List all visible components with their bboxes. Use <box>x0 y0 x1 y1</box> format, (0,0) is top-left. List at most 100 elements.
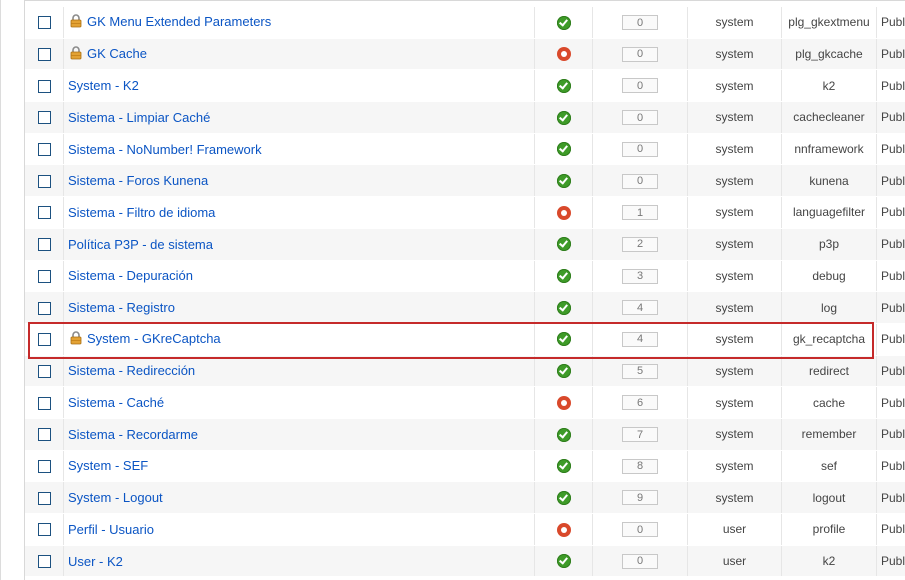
enabled-check-icon[interactable] <box>556 554 571 569</box>
row-checkbox[interactable] <box>37 16 51 30</box>
plugin-name-link[interactable]: Sistema - Caché <box>68 395 164 410</box>
row-checkbox[interactable] <box>37 48 51 62</box>
plugin-name-link[interactable]: Sistema - Limpiar Caché <box>68 110 210 125</box>
plugin-name-link[interactable]: System - GKreCaptcha <box>87 331 221 346</box>
row-order-cell <box>592 196 688 229</box>
disabled-icon[interactable] <box>556 47 571 62</box>
row-status-cell <box>534 101 593 134</box>
row-check-cell <box>25 101 64 134</box>
row-checkbox[interactable] <box>37 333 51 347</box>
disabled-icon[interactable] <box>556 522 571 537</box>
row-order-cell <box>592 481 688 514</box>
row-name-cell: System - GKreCaptcha <box>63 323 535 356</box>
row-access: Public <box>876 323 905 356</box>
row-access: Public <box>876 418 905 451</box>
row-order-cell <box>592 450 688 483</box>
enabled-check-icon[interactable] <box>556 269 571 284</box>
list-top-border <box>24 0 905 1</box>
enabled-check-icon[interactable] <box>556 78 571 93</box>
row-access: Public <box>876 164 905 198</box>
plugin-name-link[interactable]: Sistema - Recordarme <box>68 427 198 442</box>
ordering-input[interactable] <box>622 15 658 31</box>
row-access: Public <box>876 355 905 388</box>
enabled-check-icon[interactable] <box>556 142 571 157</box>
ordering-input[interactable] <box>622 141 658 157</box>
row-check-cell <box>25 450 64 483</box>
ordering-input[interactable] <box>622 490 658 506</box>
row-status-cell <box>534 386 593 419</box>
row-checkbox[interactable] <box>37 238 51 252</box>
ordering-input[interactable] <box>622 173 658 189</box>
plugin-name-link[interactable]: System - SEF <box>68 458 148 473</box>
row-access: Public <box>876 545 905 578</box>
row-checkbox[interactable] <box>37 143 51 157</box>
row-checkbox[interactable] <box>37 301 51 315</box>
enabled-check-icon[interactable] <box>556 459 571 474</box>
row-check-cell <box>25 481 64 514</box>
enabled-check-icon[interactable] <box>556 332 571 347</box>
ordering-input[interactable] <box>622 363 658 379</box>
ordering-input[interactable] <box>622 46 658 62</box>
plugin-name-link[interactable]: Sistema - Foros Kunena <box>68 173 208 188</box>
enabled-check-icon[interactable] <box>556 110 571 125</box>
lock-icon <box>70 45 82 63</box>
enabled-check-icon[interactable] <box>556 427 571 442</box>
row-checkbox[interactable] <box>37 428 51 442</box>
row-checkbox[interactable] <box>37 523 51 537</box>
plugin-name-link[interactable]: GK Menu Extended Parameters <box>87 14 271 29</box>
disabled-icon[interactable] <box>556 205 571 220</box>
row-element: cache <box>781 386 877 419</box>
enabled-check-icon[interactable] <box>556 300 571 315</box>
plugin-name-link[interactable]: Sistema - Redirección <box>68 363 195 378</box>
row-checkbox[interactable] <box>37 396 51 410</box>
plugin-name-link[interactable]: System - K2 <box>68 78 139 93</box>
ordering-input[interactable] <box>622 458 658 474</box>
row-access: Public <box>876 513 905 546</box>
row-element: sef <box>781 450 877 483</box>
row-name-cell: Sistema - Filtro de idioma <box>63 196 535 229</box>
row-checkbox[interactable] <box>37 364 51 378</box>
disabled-icon[interactable] <box>556 395 571 410</box>
plugin-name-link[interactable]: Política P3P - de sistema <box>68 237 213 252</box>
row-checkbox[interactable] <box>37 174 51 188</box>
enabled-check-icon[interactable] <box>556 490 571 505</box>
plugin-name-link[interactable]: User - K2 <box>68 554 123 569</box>
row-access: Public <box>876 481 905 514</box>
ordering-input[interactable] <box>622 553 658 569</box>
plugin-name-link[interactable]: Sistema - Depuración <box>68 268 193 283</box>
table-row: Sistema - Depuración systemdebugPublic <box>25 260 905 293</box>
table-row: Sistema - Filtro de idioma systemlanguage… <box>25 196 905 229</box>
row-folder: system <box>687 69 782 103</box>
enabled-check-icon[interactable] <box>556 15 571 30</box>
ordering-input[interactable] <box>622 236 658 252</box>
table-row: User - K2 userk2Public <box>25 545 905 578</box>
row-checkbox[interactable] <box>37 555 51 569</box>
row-status-cell <box>534 418 593 451</box>
ordering-input[interactable] <box>622 395 658 411</box>
ordering-input[interactable] <box>622 205 658 221</box>
plugin-name-link[interactable]: System - Logout <box>68 490 163 505</box>
ordering-input[interactable] <box>622 268 658 284</box>
ordering-input[interactable] <box>622 522 658 538</box>
enabled-check-icon[interactable] <box>556 237 571 252</box>
row-element: gk_recaptcha <box>781 323 877 356</box>
row-checkbox[interactable] <box>37 111 51 125</box>
plugin-name-link[interactable]: Sistema - NoNumber! Framework <box>68 142 262 157</box>
row-checkbox[interactable] <box>37 79 51 93</box>
ordering-input[interactable] <box>622 110 658 126</box>
row-checkbox[interactable] <box>37 269 51 283</box>
row-checkbox[interactable] <box>37 459 51 473</box>
plugin-name-link[interactable]: GK Cache <box>87 46 147 61</box>
ordering-input[interactable] <box>622 78 658 94</box>
ordering-input[interactable] <box>622 331 658 347</box>
row-checkbox[interactable] <box>37 206 51 220</box>
enabled-check-icon[interactable] <box>556 364 571 379</box>
row-element: k2 <box>781 545 877 578</box>
ordering-input[interactable] <box>622 300 658 316</box>
plugin-name-link[interactable]: Perfil - Usuario <box>68 522 154 537</box>
row-checkbox[interactable] <box>37 491 51 505</box>
plugin-name-link[interactable]: Sistema - Registro <box>68 300 175 315</box>
ordering-input[interactable] <box>622 427 658 443</box>
plugin-name-link[interactable]: Sistema - Filtro de idioma <box>68 205 215 220</box>
enabled-check-icon[interactable] <box>556 174 571 189</box>
